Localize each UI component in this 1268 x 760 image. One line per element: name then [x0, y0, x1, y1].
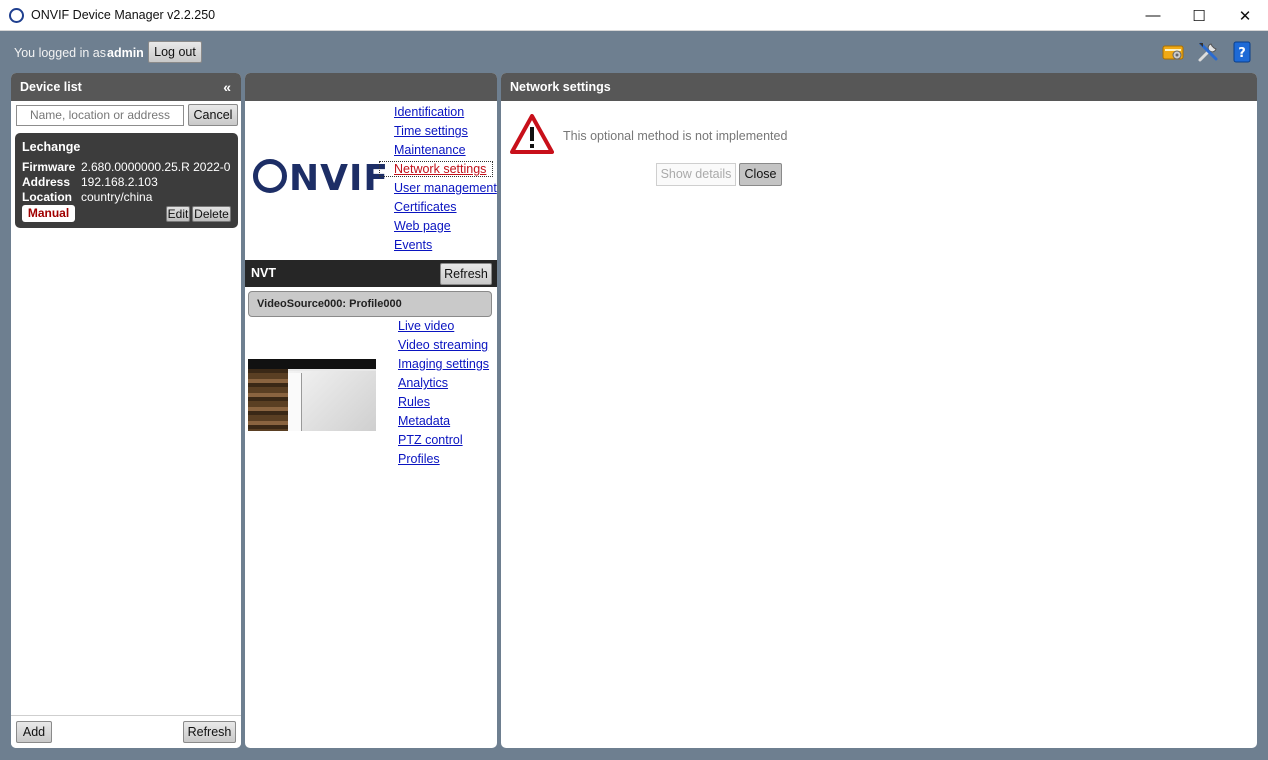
link-web-page[interactable]: Web page	[394, 219, 451, 233]
network-settings-panel: Network settings This optional method is…	[501, 73, 1257, 748]
link-imaging-settings[interactable]: Imaging settings	[398, 357, 489, 371]
edit-device-button[interactable]: Edit	[166, 206, 190, 222]
show-details-button[interactable]: Show details	[656, 163, 736, 186]
device-menu-header	[245, 73, 497, 101]
link-certificates[interactable]: Certificates	[394, 200, 457, 214]
app-icon	[9, 8, 24, 23]
refresh-devices-button[interactable]: Refresh	[183, 721, 236, 743]
maximize-button[interactable]: ☐	[1176, 0, 1222, 31]
address-label: Address	[22, 175, 71, 189]
collapse-icon[interactable]: «	[223, 73, 231, 101]
device-name: Lechange	[22, 140, 81, 154]
location-label: Location	[22, 190, 72, 204]
address-value: 192.168.2.103	[81, 175, 158, 189]
link-maintenance[interactable]: Maintenance	[394, 143, 466, 157]
warning-icon	[510, 114, 554, 154]
link-video-streaming[interactable]: Video streaming	[398, 338, 488, 352]
window-title: ONVIF Device Manager v2.2.250	[31, 8, 216, 22]
device-menu-panel: NVIF Identification Time settings Mainte…	[245, 73, 497, 748]
link-live-video[interactable]: Live video	[398, 319, 454, 333]
close-message-button[interactable]: Close	[739, 163, 782, 186]
svg-text:?: ?	[1238, 46, 1246, 61]
video-thumbnail[interactable]	[248, 359, 376, 431]
profile-header[interactable]: VideoSource000: Profile000	[248, 291, 492, 317]
login-bar: You logged in as admin Log out ?	[0, 31, 1268, 73]
link-identification[interactable]: Identification	[394, 105, 464, 119]
manual-badge: Manual	[22, 205, 75, 222]
login-prefix: You logged in as	[14, 46, 106, 60]
link-rules[interactable]: Rules	[398, 395, 430, 409]
link-user-management[interactable]: User management	[394, 181, 497, 195]
add-device-button[interactable]: Add	[16, 721, 52, 743]
minimize-button[interactable]: —	[1130, 0, 1176, 31]
nvt-refresh-button[interactable]: Refresh	[440, 263, 492, 285]
link-metadata[interactable]: Metadata	[398, 414, 450, 428]
network-settings-header: Network settings	[501, 73, 1257, 101]
link-profiles[interactable]: Profiles	[398, 452, 440, 466]
device-list-panel: Device list « Name, location or address …	[11, 73, 241, 748]
device-list-header: Device list «	[11, 73, 241, 101]
link-ptz-control[interactable]: PTZ control	[398, 433, 463, 447]
device-list-title: Device list	[20, 80, 82, 94]
link-analytics[interactable]: Analytics	[398, 376, 448, 390]
logout-button[interactable]: Log out	[148, 41, 202, 63]
username: admin	[107, 46, 144, 60]
tools-icon[interactable]	[1197, 41, 1219, 63]
help-icon[interactable]: ?	[1231, 41, 1253, 63]
title-bar: ONVIF Device Manager v2.2.250 — ☐ ✕	[0, 0, 1268, 31]
close-window-button[interactable]: ✕	[1222, 0, 1268, 31]
firmware-value: 2.680.0000000.25.R 2022-05-2	[81, 160, 231, 174]
firmware-label: Firmware	[22, 160, 76, 174]
cancel-search-button[interactable]: Cancel	[188, 104, 238, 126]
error-message: This optional method is not implemented	[563, 129, 788, 143]
device-card[interactable]: Lechange Firmware 2.680.0000000.25.R 202…	[15, 133, 238, 228]
link-network-settings[interactable]: Network settings	[378, 161, 494, 177]
link-events[interactable]: Events	[394, 238, 432, 252]
location-value: country/china	[81, 190, 153, 204]
delete-device-button[interactable]: Delete	[192, 206, 231, 222]
settings-icon[interactable]	[1162, 41, 1184, 63]
device-list-footer: Add Refresh	[11, 715, 241, 748]
device-search-input[interactable]: Name, location or address	[16, 105, 184, 126]
onvif-logo: NVIF	[253, 158, 389, 199]
link-time-settings[interactable]: Time settings	[394, 124, 468, 138]
